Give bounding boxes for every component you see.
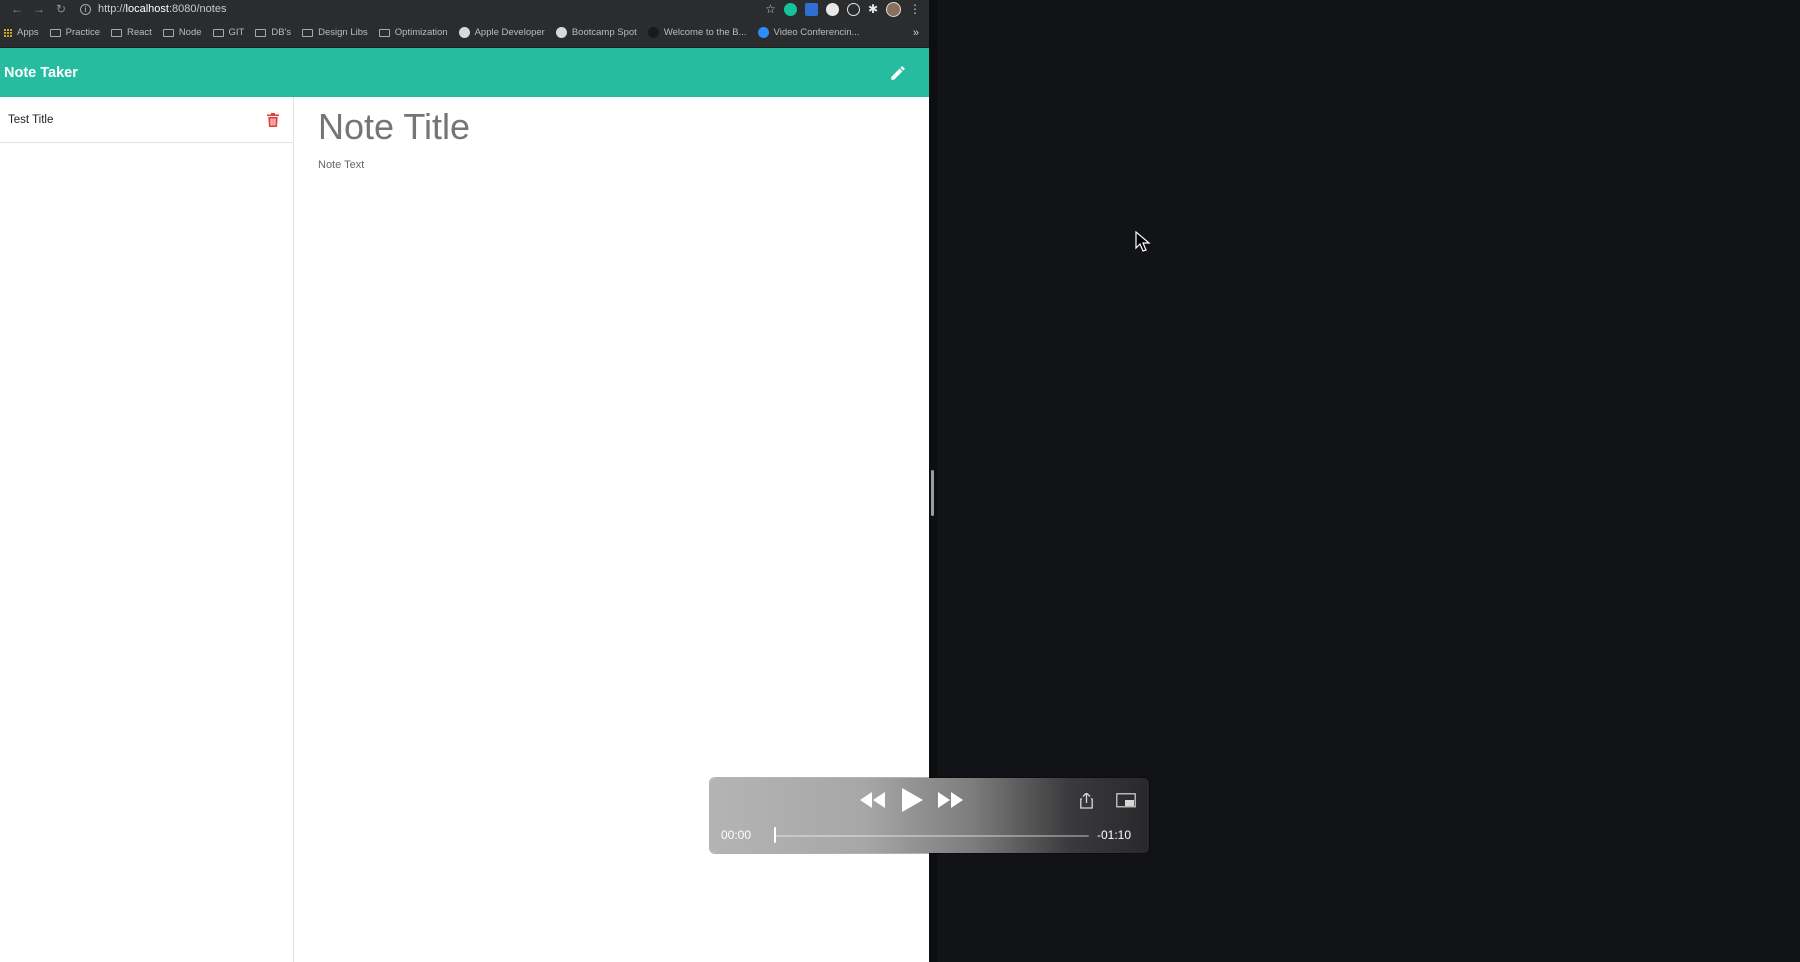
remaining-time: -01:10	[1097, 828, 1132, 842]
bookmark-label: Apple Developer	[474, 27, 545, 38]
bookmark-item[interactable]: Node	[162, 27, 202, 38]
star-icon[interactable]: ☆	[765, 2, 776, 16]
apps-grid-icon	[4, 28, 12, 37]
url-prefix: http://	[98, 3, 126, 15]
bookmark-label: React	[126, 27, 152, 38]
scrubber-track[interactable]	[774, 835, 1089, 837]
app-header: Note Taker	[0, 48, 929, 97]
puzzle-extensions-icon[interactable]: ✱	[868, 2, 878, 16]
folder-icon	[302, 28, 314, 37]
folder-icon	[49, 28, 61, 37]
bookmark-label: Practice	[65, 27, 100, 38]
bookmark-label: Welcome to the B...	[663, 27, 747, 38]
folder-icon	[255, 28, 267, 37]
folder-icon	[162, 28, 174, 37]
bookmark-item[interactable]: React	[110, 27, 152, 38]
share-icon[interactable]	[1080, 793, 1093, 809]
url-path: :8080/notes	[168, 3, 227, 15]
divider-handle[interactable]	[931, 470, 934, 516]
video-player-controls: 00:00 -01:10	[710, 778, 1149, 853]
url-host: localhost	[125, 3, 169, 15]
folder-icon	[110, 28, 122, 37]
grammarly-extension-icon[interactable]	[783, 2, 797, 16]
bookmark-label: GIT	[228, 27, 245, 38]
site-icon	[647, 27, 659, 38]
bookmark-item[interactable]: DB's	[255, 27, 291, 38]
bookmark-item[interactable]: Video Conferencin...	[757, 27, 860, 38]
menu-dots-icon[interactable]: ⋮	[909, 2, 921, 16]
bookmark-label: Apps	[17, 27, 39, 38]
bookmark-item[interactable]: Optimization	[378, 27, 448, 38]
bookmark-item[interactable]: Apps	[4, 27, 39, 38]
app-title[interactable]: Note Taker	[4, 65, 78, 81]
bookmark-item[interactable]: Practice	[49, 27, 100, 38]
mouse-pointer-icon	[1135, 231, 1151, 252]
note-list: Test Title	[0, 97, 294, 962]
bookmarks-overflow-icon[interactable]: »	[913, 27, 925, 39]
url-field[interactable]: i http://localhost:8080/notes	[80, 3, 765, 15]
bookmark-item[interactable]: Welcome to the B...	[647, 27, 747, 38]
bookmark-label: Video Conferencin...	[773, 27, 860, 38]
note-list-item[interactable]: Test Title	[0, 97, 293, 143]
bookmark-label: DB's	[271, 27, 292, 38]
bookmark-label: Node	[178, 27, 202, 38]
extension-circle-icon[interactable]	[825, 2, 839, 16]
folder-icon	[212, 28, 224, 37]
note-list-title: Test Title	[8, 113, 54, 126]
current-time: 00:00	[721, 828, 752, 842]
back-icon[interactable]: ←	[6, 2, 28, 16]
scrubber-handle[interactable]	[774, 827, 776, 843]
bookmark-label: Design Libs	[318, 27, 368, 38]
bookmark-item[interactable]: Apple Developer	[458, 27, 545, 38]
bookmark-item[interactable]: Design Libs	[302, 27, 368, 38]
folder-icon	[378, 28, 390, 37]
picture-in-picture-icon[interactable]	[1116, 793, 1136, 809]
address-bar: ← → ↻ i http://localhost:8080/notes ☆ ✱ …	[0, 0, 929, 18]
globe-icon	[555, 27, 567, 38]
profile-avatar-icon[interactable]	[886, 1, 901, 17]
note-text-input[interactable]: Note Text	[318, 159, 905, 171]
info-icon[interactable]: i	[80, 3, 91, 15]
play-icon[interactable]	[901, 788, 923, 812]
bookmark-label: Bootcamp Spot	[571, 27, 637, 38]
reload-icon[interactable]: ↻	[50, 2, 72, 16]
bookmarks-bar: Apps Practice React Node GIT DB's Design Libs O…	[0, 18, 929, 48]
react-devtools-icon[interactable]	[846, 2, 860, 16]
bookmark-item[interactable]: Bootcamp Spot	[555, 27, 637, 38]
delete-trash-icon[interactable]	[267, 112, 279, 127]
zoom-icon	[757, 27, 769, 38]
note-title-input[interactable]	[318, 105, 905, 149]
bookmark-label: Optimization	[394, 27, 448, 38]
forward-icon[interactable]: →	[28, 2, 50, 16]
new-note-pencil-icon[interactable]	[887, 62, 909, 84]
fast-forward-icon[interactable]	[937, 792, 963, 808]
apple-icon	[458, 27, 470, 38]
bookmark-item[interactable]: GIT	[212, 27, 245, 38]
extension-l-icon[interactable]	[804, 2, 818, 16]
rewind-icon[interactable]	[860, 792, 886, 808]
